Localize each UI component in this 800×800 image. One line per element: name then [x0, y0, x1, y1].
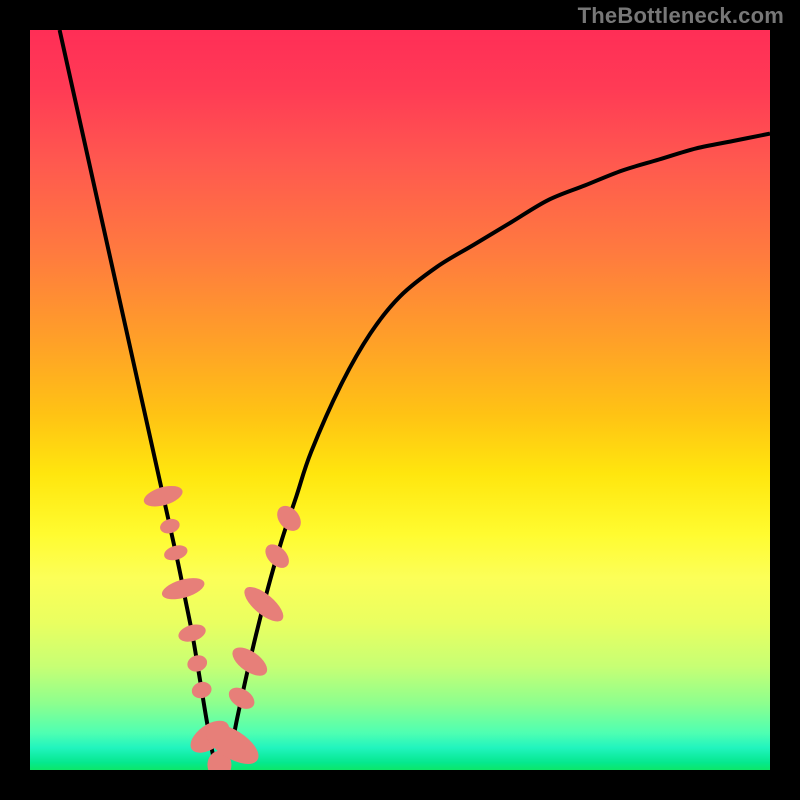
curve-marker: [176, 622, 207, 645]
curve-svg: [30, 30, 770, 770]
curve-marker: [162, 543, 189, 563]
curve-marker: [272, 501, 305, 535]
curve-marker: [228, 642, 272, 681]
curve-marker: [225, 683, 258, 713]
bottleneck-curve: [60, 30, 770, 767]
curve-marker: [141, 482, 184, 510]
plot-area: [30, 30, 770, 770]
watermark-text: TheBottleneck.com: [578, 3, 784, 29]
curve-marker: [190, 680, 214, 701]
chart-frame: TheBottleneck.com: [0, 0, 800, 800]
curve-marker: [261, 540, 294, 573]
curve-marker: [185, 653, 209, 674]
curve-markers: [141, 482, 305, 770]
curve-marker: [239, 581, 289, 627]
curve-marker: [158, 517, 181, 536]
